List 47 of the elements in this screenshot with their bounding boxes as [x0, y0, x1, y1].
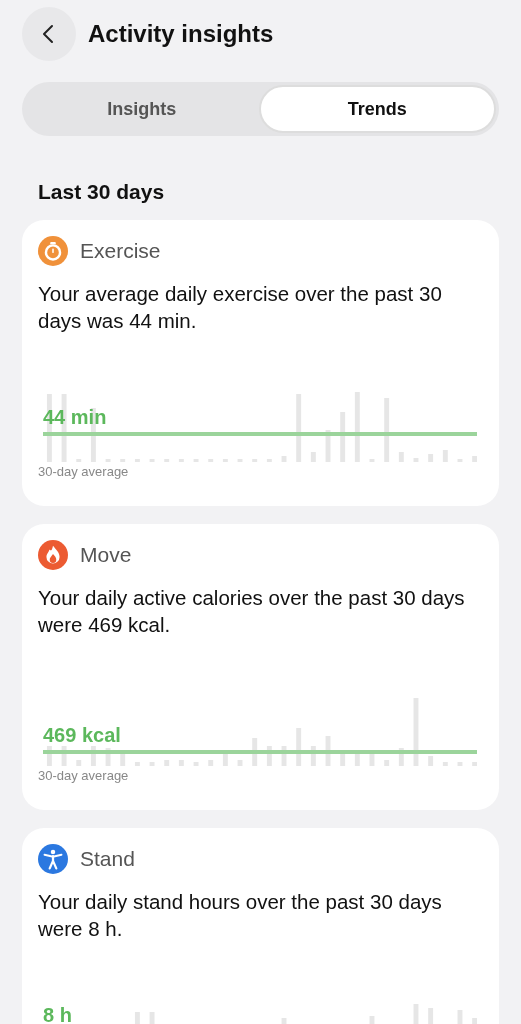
average-value: 8 h — [43, 1004, 72, 1024]
chart-caption: 30-day average — [38, 768, 130, 783]
bar — [149, 1012, 155, 1024]
summary-text: Your daily active calories over the past 30 days were 469 kcal. — [38, 585, 466, 638]
bar — [413, 698, 419, 766]
bar — [208, 760, 214, 766]
bar — [296, 394, 302, 462]
bar — [457, 1010, 463, 1024]
summary-text: Your daily stand hours over the past 30 days were 8 h. — [38, 889, 443, 942]
chart-caption: 30-day average — [38, 464, 130, 479]
bar — [428, 1008, 434, 1024]
person-icon — [38, 844, 68, 874]
bar — [354, 754, 360, 766]
bar — [384, 398, 390, 462]
bar — [281, 456, 287, 462]
bar — [296, 728, 302, 766]
bar — [413, 1004, 419, 1024]
card-title: Move — [80, 543, 132, 567]
average-value: 469 kcal — [43, 724, 121, 747]
bar — [442, 450, 448, 462]
bar — [237, 760, 243, 766]
bar — [398, 452, 404, 462]
bar — [134, 1012, 140, 1024]
section-title: Last 30 days — [38, 180, 166, 205]
card-title: Exercise — [80, 239, 161, 263]
bar — [310, 452, 316, 462]
screen-title: Activity insights — [88, 20, 274, 48]
stopwatch-icon — [38, 236, 68, 266]
card-title: Stand — [80, 847, 135, 871]
average-value: 44 min — [43, 406, 107, 429]
bar — [340, 754, 346, 766]
tab[interactable]: Insights — [25, 85, 259, 133]
bar — [428, 454, 434, 462]
summary-text: Your average daily exercise over the past 30 days was 44 min. — [38, 281, 443, 334]
bar — [384, 760, 390, 766]
bar — [340, 412, 346, 462]
bar — [428, 756, 434, 766]
bar — [369, 1016, 375, 1024]
bar — [178, 760, 184, 766]
bar — [164, 760, 170, 766]
bar — [354, 392, 360, 462]
tab[interactable]: Trends — [258, 85, 496, 133]
bar — [472, 1018, 477, 1024]
bar — [472, 456, 477, 462]
flame-icon — [38, 540, 68, 570]
bar — [76, 760, 82, 766]
bar — [281, 1018, 287, 1024]
